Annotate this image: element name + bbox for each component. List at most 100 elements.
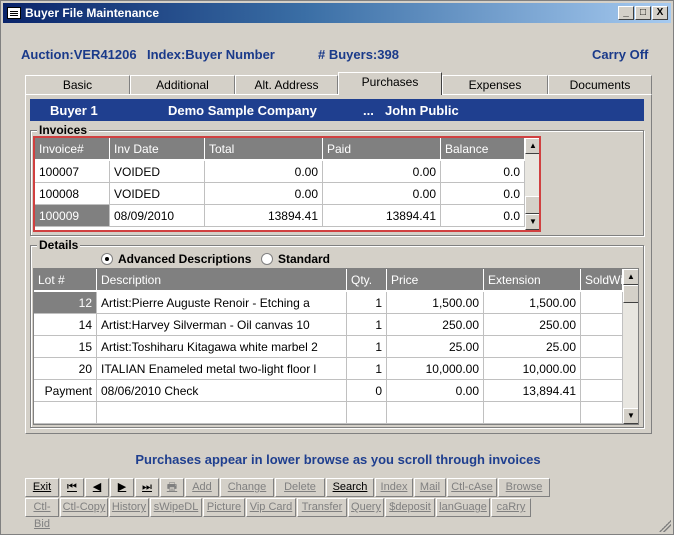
button-ctlbid[interactable]: Ctl-Bid — [25, 498, 59, 530]
col-qty[interactable]: Qty. — [347, 269, 387, 291]
detail-cell[interactable]: 10,000.00 — [484, 358, 581, 380]
col-invoice[interactable]: Invoice# — [35, 138, 110, 160]
radio-unselected-icon[interactable] — [261, 253, 273, 265]
button-query[interactable]: Query — [348, 498, 384, 517]
scroll-up-icon[interactable]: ▲ — [525, 138, 539, 154]
button-nav-1[interactable]: ⏮ — [60, 478, 84, 497]
invoice-cell[interactable]: 0.0 — [441, 161, 525, 183]
button-vipcard[interactable]: Vip Card — [246, 498, 296, 517]
invoice-cell[interactable]: 0.00 — [323, 161, 441, 183]
col-price[interactable]: Price — [387, 269, 484, 291]
detail-cell[interactable] — [34, 402, 97, 424]
detail-cell[interactable]: 250.00 — [387, 314, 484, 336]
button-picture[interactable]: Picture — [203, 498, 245, 517]
detail-cell[interactable]: 1 — [347, 292, 387, 314]
button-transfer[interactable]: Transfer — [297, 498, 347, 517]
detail-cell[interactable] — [581, 402, 623, 424]
detail-cell[interactable] — [581, 292, 623, 314]
detail-cell[interactable] — [387, 402, 484, 424]
close-button[interactable]: X — [652, 6, 668, 20]
radio-standard[interactable]: Standard — [261, 252, 330, 266]
invoice-cell[interactable]: 100008 — [35, 183, 110, 205]
invoice-cell[interactable]: 0.00 — [205, 183, 323, 205]
detail-cell[interactable] — [581, 314, 623, 336]
title-bar[interactable]: Buyer File Maintenance _ □ X — [3, 3, 671, 23]
detail-cell[interactable]: 1 — [347, 358, 387, 380]
detail-cell[interactable]: 250.00 — [484, 314, 581, 336]
col-lot[interactable]: Lot # — [34, 269, 97, 291]
tab-expenses[interactable]: Expenses — [442, 75, 548, 95]
detail-cell[interactable]: 1 — [347, 314, 387, 336]
invoice-cell[interactable]: VOIDED — [110, 161, 205, 183]
button-change[interactable]: Change — [220, 478, 274, 497]
tab-basic[interactable]: Basic — [25, 75, 130, 95]
scroll-down-icon[interactable]: ▼ — [623, 408, 638, 424]
minimize-button[interactable]: _ — [618, 6, 634, 20]
invoice-cell[interactable]: 0.00 — [205, 161, 323, 183]
detail-cell[interactable]: 1,500.00 — [484, 292, 581, 314]
detail-cell[interactable]: 1 — [347, 336, 387, 358]
button-mail[interactable]: Mail — [414, 478, 446, 497]
invoice-cell[interactable]: 08/09/2010 — [110, 205, 205, 227]
button-nav-3[interactable]: ▶ — [110, 478, 134, 497]
invoices-scrollbar[interactable]: ▲ ▼ — [525, 138, 539, 230]
col-total[interactable]: Total — [205, 138, 323, 160]
button-ctlcase[interactable]: Ctl-cAse — [447, 478, 497, 497]
invoice-cell[interactable]: 0.0 — [441, 205, 525, 227]
tab-purchases[interactable]: Purchases — [338, 72, 442, 95]
detail-cell[interactable]: 20 — [34, 358, 97, 380]
button-language[interactable]: lanGuage — [436, 498, 490, 517]
button-index[interactable]: Index — [375, 478, 413, 497]
detail-cell[interactable]: Artist:Pierre Auguste Renoir - Etching a — [97, 292, 347, 314]
button-swipedl[interactable]: sWipeDL — [150, 498, 202, 517]
detail-cell[interactable] — [581, 358, 623, 380]
detail-cell[interactable]: 14 — [34, 314, 97, 336]
detail-cell[interactable]: 1,500.00 — [387, 292, 484, 314]
invoice-cell[interactable]: 0.0 — [441, 183, 525, 205]
tab-documents[interactable]: Documents — [548, 75, 652, 95]
detail-cell[interactable] — [484, 402, 581, 424]
detail-cell[interactable]: 08/06/2010 Check — [97, 380, 347, 402]
invoice-cell[interactable]: 100007 — [35, 161, 110, 183]
button-carry[interactable]: caRry — [491, 498, 531, 517]
detail-cell[interactable]: 0 — [347, 380, 387, 402]
detail-cell[interactable] — [581, 380, 623, 402]
button-delete[interactable]: Delete — [275, 478, 325, 497]
invoice-cell[interactable]: 0.00 — [323, 183, 441, 205]
tab-alt-address[interactable]: Alt. Address — [235, 75, 338, 95]
button-add[interactable]: Add — [185, 478, 219, 497]
detail-cell-selected[interactable]: 12 — [34, 292, 97, 314]
scroll-thumb[interactable] — [623, 285, 638, 303]
detail-cell[interactable] — [581, 336, 623, 358]
button-deposit[interactable]: $deposit — [385, 498, 435, 517]
button-search[interactable]: Search — [326, 478, 374, 497]
detail-cell[interactable]: 13,894.41 — [484, 380, 581, 402]
scroll-thumb[interactable] — [525, 196, 539, 214]
button-browse[interactable]: Browse — [498, 478, 550, 497]
resize-grip-icon[interactable] — [659, 520, 671, 532]
detail-cell[interactable]: 15 — [34, 336, 97, 358]
col-soldwith[interactable]: SoldWi — [581, 269, 623, 291]
scroll-down-icon[interactable]: ▼ — [525, 214, 539, 230]
col-balance[interactable]: Balance — [441, 138, 525, 160]
invoices-grid[interactable]: Invoice# Inv Date Total Paid Balance 100… — [33, 136, 541, 232]
tab-additional[interactable]: Additional — [130, 75, 235, 95]
detail-cell[interactable] — [347, 402, 387, 424]
col-paid[interactable]: Paid — [323, 138, 441, 160]
button-nav-2[interactable]: ◀ — [85, 478, 109, 497]
details-scrollbar[interactable]: ▲ ▼ — [623, 269, 638, 424]
button-history[interactable]: History — [109, 498, 149, 517]
invoice-cell-selected[interactable]: 100009 — [35, 205, 110, 227]
detail-cell[interactable] — [97, 402, 347, 424]
detail-cell[interactable]: 25.00 — [484, 336, 581, 358]
radio-advanced[interactable]: Advanced Descriptions — [101, 252, 251, 266]
detail-cell[interactable]: ITALIAN Enameled metal two-light floor l — [97, 358, 347, 380]
col-extension[interactable]: Extension — [484, 269, 581, 291]
invoice-cell[interactable]: VOIDED — [110, 183, 205, 205]
radio-selected-icon[interactable] — [101, 253, 113, 265]
detail-cell[interactable]: 10,000.00 — [387, 358, 484, 380]
scroll-up-icon[interactable]: ▲ — [623, 269, 638, 285]
button-nav-4[interactable]: ⏭ — [135, 478, 159, 497]
col-inv-date[interactable]: Inv Date — [110, 138, 205, 160]
button-ctlcopy[interactable]: Ctl-Copy — [60, 498, 108, 517]
